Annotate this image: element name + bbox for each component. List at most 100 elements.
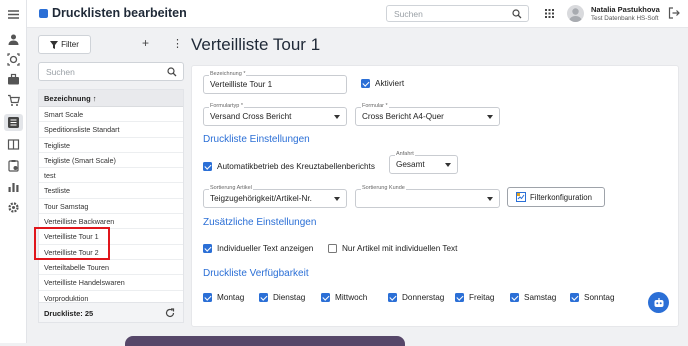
chevron-down-icon (445, 163, 451, 167)
weekday-label: Samstag (524, 293, 557, 302)
more-options-icon[interactable]: ⋮ (172, 37, 183, 50)
formulartyp-label: Formulartyp * (209, 103, 245, 109)
section-zusaetzliche-einstellungen: Zusätzliche Einstellungen (203, 217, 317, 228)
automatikbetrieb-label: Automatikbetrieb des Kreuztabellenberich… (217, 162, 375, 171)
filterkonfiguration-label: Filterkonfiguration (530, 192, 592, 202)
sortierung-artikel-select[interactable]: Sortierung Artikel Teigzugehörigkeit/Art… (203, 185, 347, 208)
section-druckliste-einstellungen: Druckliste Einstellungen (203, 134, 310, 145)
chevron-down-icon (334, 197, 340, 201)
automatikbetrieb-checkbox[interactable] (203, 162, 212, 171)
list-search-placeholder: Suchen (46, 67, 75, 77)
nur-artikel-checkbox[interactable] (328, 244, 337, 253)
weekday-label: Mittwoch (335, 293, 368, 302)
clipboard-icon[interactable] (7, 159, 20, 172)
list-search-input[interactable]: Suchen (38, 62, 184, 81)
person-icon[interactable] (7, 33, 20, 46)
bezeichnung-field[interactable]: Bezeichnung * Verteilliste Tour 1 (203, 71, 347, 94)
list-count: Druckliste: 25 (44, 309, 94, 318)
formulartyp-value: Versand Cross Bericht (210, 112, 292, 121)
page-title: Verteilliste Tour 1 (191, 35, 321, 54)
chevron-down-icon (487, 197, 493, 201)
logout-icon[interactable] (668, 7, 680, 19)
formular-value: Cross Bericht A4-Quer (362, 112, 444, 121)
weekday-checkbox[interactable] (321, 293, 330, 302)
avatar[interactable] (567, 5, 584, 22)
app-logo-icon (39, 8, 48, 18)
list-item[interactable]: Teigliste (Smart Scale) (39, 153, 183, 169)
formular-select[interactable]: Formular * Cross Bericht A4-Quer (355, 103, 500, 126)
list-item[interactable]: Testliste (39, 183, 183, 199)
list-panel: Filter + ⋮ Suchen Bezeichnung ↑ Smart Sc… (38, 33, 185, 323)
search-icon (512, 9, 522, 19)
sortierung-kunde-label: Sortierung Kunde (361, 185, 406, 191)
menu-icon[interactable] (7, 8, 20, 21)
settings-card: Bezeichnung * Verteilliste Tour 1 Aktivi… (191, 65, 679, 327)
list-icon[interactable] (7, 116, 20, 129)
druckliste-list: Bezeichnung ↑ Smart Scale Speditionsliste… (38, 89, 184, 323)
gear-icon[interactable] (7, 201, 20, 214)
weekday-checkbox[interactable] (570, 293, 579, 302)
user-name: Natalia Pastukhova (591, 5, 660, 14)
filter-button-label: Filter (61, 40, 79, 49)
weekday-checkbox[interactable] (259, 293, 268, 302)
chevron-down-icon (487, 115, 493, 119)
search-icon (167, 67, 177, 77)
weekday-checkbox[interactable] (455, 293, 464, 302)
chevron-down-icon (334, 115, 340, 119)
aktiviert-label: Aktiviert (375, 79, 405, 88)
weekday-label: Donnerstag (402, 293, 445, 302)
aktiviert-checkbox[interactable] (361, 79, 370, 88)
individueller-text-checkbox[interactable] (203, 244, 212, 253)
anfahrt-label: Anfahrt (395, 151, 415, 157)
bezeichnung-label: Bezeichnung * (209, 71, 247, 77)
bezeichnung-value: Verteilliste Tour 1 (210, 80, 273, 89)
columns-icon[interactable] (7, 138, 20, 151)
sortierung-kunde-select[interactable]: Sortierung Kunde (355, 185, 500, 208)
chat-assistant-button[interactable] (648, 292, 669, 313)
anfahrt-value: Gesamt (396, 160, 425, 169)
robot-icon (654, 297, 663, 307)
weekday-label: Freitag (469, 293, 495, 302)
anfahrt-select[interactable]: Anfahrt Gesamt (389, 151, 458, 174)
list-footer: Druckliste: 25 (39, 302, 183, 322)
list-item[interactable]: Tour Samstag (39, 199, 183, 215)
formular-label: Formular * (361, 103, 389, 109)
global-search-input[interactable]: Suchen (386, 5, 529, 22)
app-title-text: Drucklisten bearbeiten (52, 6, 187, 20)
weekday-label: Montag (217, 293, 245, 302)
target-icon[interactable] (7, 53, 20, 66)
weekday-checkbox[interactable] (388, 293, 397, 302)
bottom-dock-edge (125, 336, 405, 346)
apps-grid-icon[interactable] (545, 9, 554, 18)
list-item[interactable]: test (39, 168, 183, 184)
sortierung-artikel-label: Sortierung Artikel (209, 185, 253, 191)
weekday-checkbox[interactable] (510, 293, 519, 302)
add-icon[interactable]: + (142, 36, 149, 50)
filter-icon (50, 40, 59, 49)
config-icon (516, 192, 526, 202)
highlight-box (34, 227, 110, 260)
top-bar: Drucklisten bearbeiten Suchen Natalia Pa… (27, 0, 688, 28)
filterkonfiguration-button[interactable]: Filterkonfiguration (507, 187, 605, 207)
app-title: Drucklisten bearbeiten (39, 6, 187, 20)
main-content: Verteilliste Tour 1 Bezeichnung * Vertei… (191, 33, 679, 327)
weekday-label: Dienstag (273, 293, 306, 302)
user-database: Test Datenbank HS-Soft (591, 15, 659, 22)
list-item[interactable]: Verteilliste Handelswaren (39, 275, 183, 291)
list-item[interactable]: Smart Scale (39, 107, 183, 123)
individueller-text-label: Individueller Text anzeigen (217, 244, 314, 253)
list-item[interactable]: Speditionsliste Standart (39, 122, 183, 138)
weekday-label: Sonntag (584, 293, 615, 302)
bar-chart-icon[interactable] (7, 180, 20, 193)
briefcase-icon[interactable] (7, 73, 20, 86)
refresh-icon[interactable] (165, 308, 175, 318)
cart-icon[interactable] (7, 94, 20, 107)
icon-rail (0, 0, 27, 343)
formulartyp-select[interactable]: Formulartyp * Versand Cross Bericht (203, 103, 347, 126)
weekday-checkbox[interactable] (203, 293, 212, 302)
global-search-placeholder: Suchen (394, 9, 423, 19)
column-header-bezeichnung[interactable]: Bezeichnung ↑ (39, 90, 183, 107)
filter-button[interactable]: Filter (38, 35, 91, 54)
list-item[interactable]: Verteiltabelle Touren (39, 260, 183, 276)
list-item[interactable]: Teigliste (39, 138, 183, 153)
